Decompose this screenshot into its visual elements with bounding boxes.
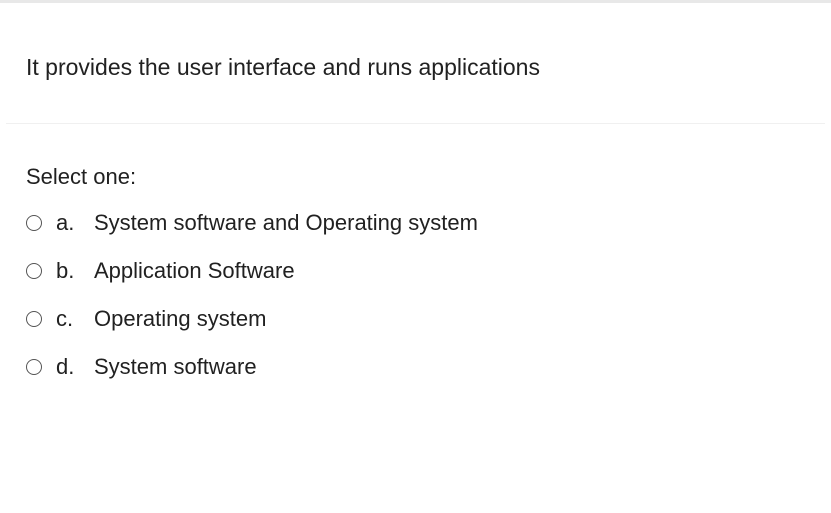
question-text: It provides the user interface and runs … [26, 51, 805, 83]
option-text: System software and Operating system [94, 210, 478, 236]
option-c[interactable]: c. Operating system [26, 306, 805, 332]
radio-icon[interactable] [26, 311, 42, 327]
radio-icon[interactable] [26, 215, 42, 231]
question-section: It provides the user interface and runs … [0, 3, 831, 123]
option-text: Application Software [94, 258, 295, 284]
radio-icon[interactable] [26, 263, 42, 279]
option-letter: c. [56, 306, 80, 332]
options-list: a. System software and Operating system … [26, 210, 805, 380]
option-letter: d. [56, 354, 80, 380]
option-letter: b. [56, 258, 80, 284]
option-text: System software [94, 354, 257, 380]
option-d[interactable]: d. System software [26, 354, 805, 380]
answer-section: Select one: a. System software and Opera… [0, 124, 831, 380]
option-a[interactable]: a. System software and Operating system [26, 210, 805, 236]
option-text: Operating system [94, 306, 266, 332]
option-b[interactable]: b. Application Software [26, 258, 805, 284]
option-letter: a. [56, 210, 80, 236]
select-one-label: Select one: [26, 164, 805, 190]
radio-icon[interactable] [26, 359, 42, 375]
